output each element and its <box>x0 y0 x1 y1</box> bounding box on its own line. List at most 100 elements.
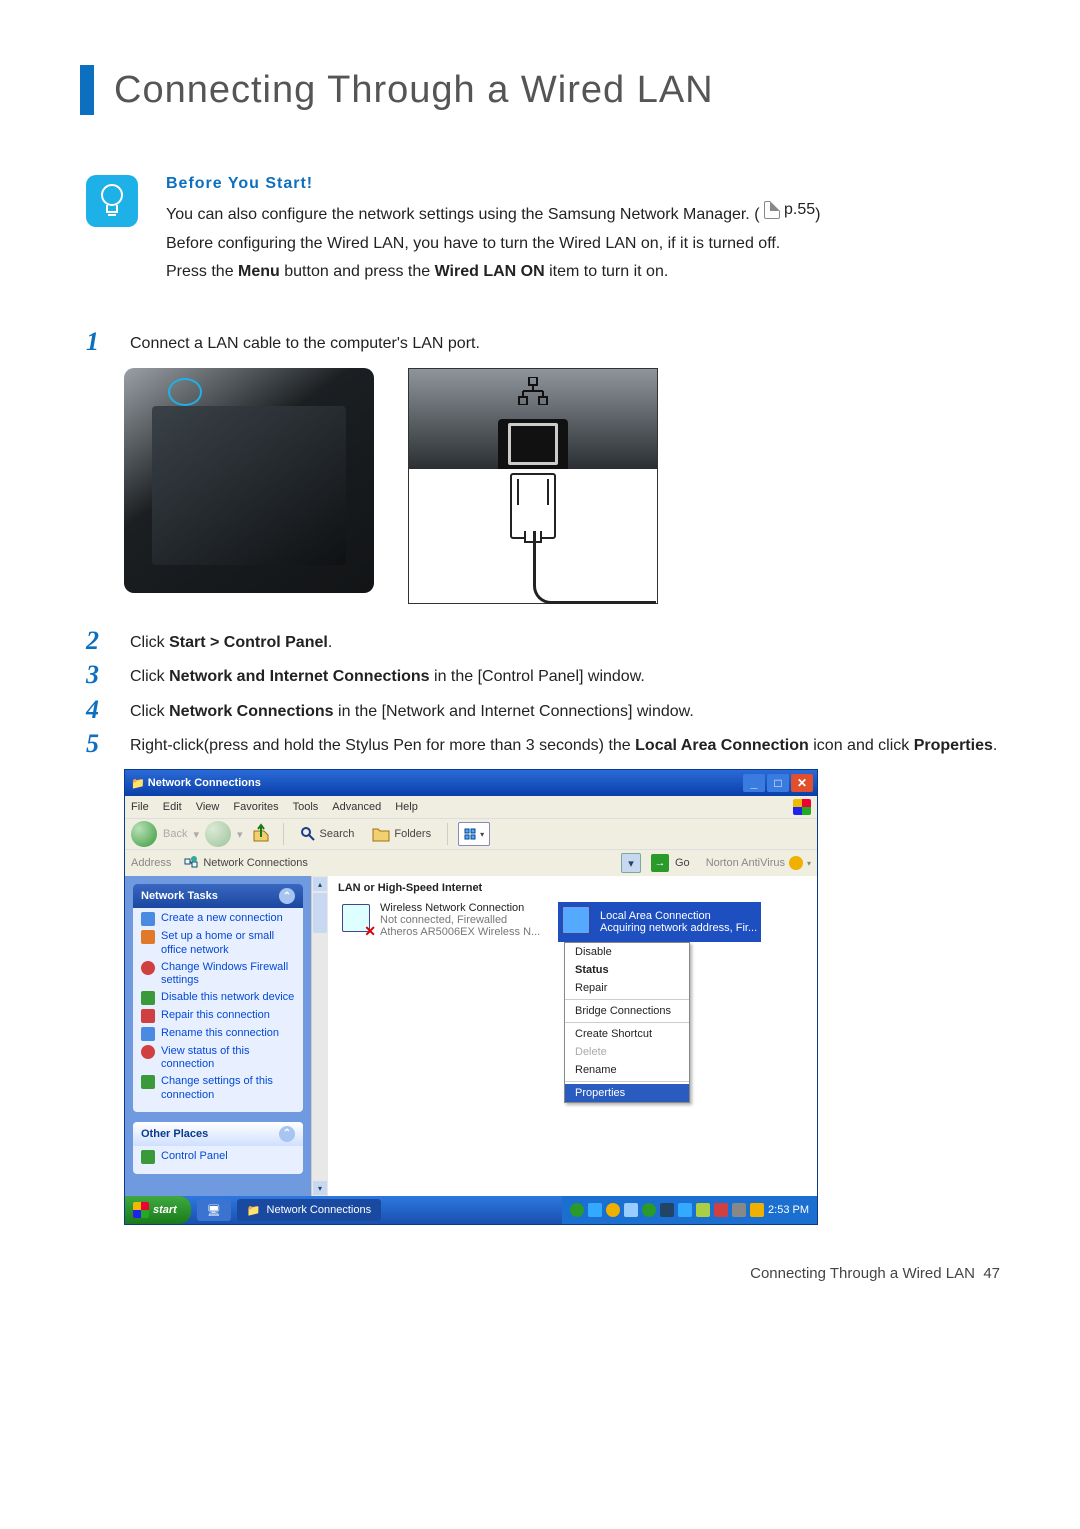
ctx-shortcut[interactable]: Create Shortcut <box>565 1025 689 1043</box>
context-menu: Disable Status Repair Bridge Connections… <box>564 942 690 1103</box>
step-text: Right-click(press and hold the Stylus Pe… <box>130 731 997 757</box>
address-dropdown-button[interactable]: ▾ <box>621 853 641 873</box>
task-rename[interactable]: Rename this connection <box>141 1027 295 1041</box>
task-create-connection[interactable]: Create a new connection <box>141 912 295 926</box>
tray-icon[interactable] <box>642 1203 656 1217</box>
section-header: LAN or High-Speed Internet <box>338 882 807 894</box>
clock[interactable]: 2:53 PM <box>768 1204 809 1216</box>
scroll-up-button[interactable]: ▴ <box>313 877 327 891</box>
tray-icon[interactable] <box>678 1203 692 1217</box>
menu-favorites[interactable]: Favorites <box>233 801 278 813</box>
folder-icon: 📁 <box>131 777 145 790</box>
go-label: Go <box>675 857 690 869</box>
panel-title: Network Tasks <box>141 890 218 902</box>
norton-icon <box>789 856 803 870</box>
ctx-status[interactable]: Status <box>565 961 689 979</box>
connections-pane[interactable]: LAN or High-Speed Internet ✕ Wireless Ne… <box>328 876 817 1196</box>
scroll-down-button[interactable]: ▾ <box>313 1181 327 1195</box>
folder-icon: 📁 <box>247 1204 261 1217</box>
tray-icon[interactable] <box>660 1203 674 1217</box>
up-button[interactable] <box>249 822 273 846</box>
ctx-rename[interactable]: Rename <box>565 1061 689 1079</box>
lan-port-figure <box>124 368 1000 604</box>
folders-button[interactable]: Folders <box>366 826 437 842</box>
norton-toolbar[interactable]: Norton AntiVirus ▾ <box>706 856 811 870</box>
task-setup-network[interactable]: Set up a home or small office network <box>141 930 295 956</box>
menu-tools[interactable]: Tools <box>293 801 319 813</box>
ctx-properties[interactable]: Properties <box>565 1084 689 1102</box>
tray-icon[interactable] <box>588 1203 602 1217</box>
ctx-bridge[interactable]: Bridge Connections <box>565 1002 689 1020</box>
step-1: 1 Connect a LAN cable to the computer's … <box>86 329 1000 355</box>
collapse-icon[interactable]: ⌃ <box>279 1126 295 1142</box>
step-2: 2 Click Start > Control Panel. <box>86 628 1000 654</box>
search-button[interactable]: Search <box>294 826 361 842</box>
step-text: Click Network and Internet Connections i… <box>130 662 645 688</box>
address-field[interactable]: Network Connections <box>183 855 615 871</box>
address-bar: Address Network Connections ▾ → Go Norto… <box>125 849 817 876</box>
page-title-section: Connecting Through a Wired LAN <box>80 65 1000 115</box>
tip-line-1: You can also configure the network setti… <box>166 199 820 227</box>
page-title: Connecting Through a Wired LAN <box>114 69 714 112</box>
views-button[interactable]: ▾ <box>458 822 490 846</box>
start-button[interactable]: start <box>125 1196 191 1224</box>
step-number: 4 <box>86 697 130 723</box>
sidebar-scrollbar[interactable]: ▴ ▾ <box>311 876 328 1196</box>
tray-icon[interactable] <box>570 1203 584 1217</box>
tip-line-3: Press the Menu button and press the Wire… <box>166 261 820 283</box>
lan-port-callout <box>408 368 658 604</box>
other-control-panel[interactable]: Control Panel <box>141 1150 295 1164</box>
step-number: 2 <box>86 628 130 654</box>
system-tray[interactable]: 2:53 PM <box>562 1196 817 1224</box>
local-area-connection-item[interactable]: Local Area Connection Acquiring network … <box>558 902 761 942</box>
step-4: 4 Click Network Connections in the [Netw… <box>86 697 1000 723</box>
address-label: Address <box>131 857 171 869</box>
forward-button[interactable] <box>205 821 231 847</box>
task-disable-device[interactable]: Disable this network device <box>141 991 295 1005</box>
network-icon <box>517 377 549 405</box>
page-icon <box>764 201 780 219</box>
page-reference: p.55 <box>764 199 815 221</box>
tray-icon[interactable] <box>750 1203 764 1217</box>
maximize-button[interactable]: □ <box>767 774 789 792</box>
toolbar: Back ▾ ▾ Search Folders ▾ <box>125 818 817 849</box>
collapse-icon[interactable]: ⌃ <box>279 888 295 904</box>
wireless-connection-item[interactable]: ✕ Wireless Network Connection Not connec… <box>338 902 572 938</box>
menu-help[interactable]: Help <box>395 801 418 813</box>
step-number: 3 <box>86 662 130 688</box>
ctx-delete: Delete <box>565 1043 689 1061</box>
menu-advanced[interactable]: Advanced <box>332 801 381 813</box>
task-view-status[interactable]: View status of this connection <box>141 1045 295 1071</box>
cable-line <box>533 531 656 604</box>
step-text: Click Network Connections in the [Networ… <box>130 697 694 723</box>
tray-icon[interactable] <box>714 1203 728 1217</box>
taskbar-network-connections[interactable]: 📁 Network Connections <box>237 1199 381 1221</box>
back-button[interactable] <box>131 821 157 847</box>
window-title: Network Connections <box>148 777 261 789</box>
tray-icon[interactable] <box>624 1203 638 1217</box>
tip-box: Before You Start! You can also configure… <box>86 175 1000 289</box>
task-repair[interactable]: Repair this connection <box>141 1009 295 1023</box>
task-firewall[interactable]: Change Windows Firewall settings <box>141 961 295 987</box>
tray-icon[interactable] <box>606 1203 620 1217</box>
menu-edit[interactable]: Edit <box>163 801 182 813</box>
close-button[interactable]: ✕ <box>791 774 813 792</box>
windows-flag-icon <box>793 799 811 815</box>
minimize-button[interactable]: _ <box>743 774 765 792</box>
windows-logo-icon <box>133 1202 149 1218</box>
ctx-disable[interactable]: Disable <box>565 943 689 961</box>
scroll-thumb[interactable] <box>313 893 327 933</box>
go-button[interactable]: → <box>651 854 669 872</box>
ctx-repair[interactable]: Repair <box>565 979 689 997</box>
step-number: 1 <box>86 329 130 355</box>
task-change-settings[interactable]: Change settings of this connection <box>141 1075 295 1101</box>
step-number: 5 <box>86 731 130 757</box>
network-connections-screenshot: 📁 Network Connections _ □ ✕ File Edit Vi… <box>124 769 818 1225</box>
menu-file[interactable]: File <box>131 801 149 813</box>
page-footer: Connecting Through a Wired LAN 47 <box>80 1265 1000 1282</box>
menu-view[interactable]: View <box>196 801 220 813</box>
quick-launch-show-desktop[interactable]: 🖥 <box>197 1199 231 1221</box>
tray-icon[interactable] <box>732 1203 746 1217</box>
window-titlebar[interactable]: 📁 Network Connections _ □ ✕ <box>125 770 817 796</box>
tray-icon[interactable] <box>696 1203 710 1217</box>
